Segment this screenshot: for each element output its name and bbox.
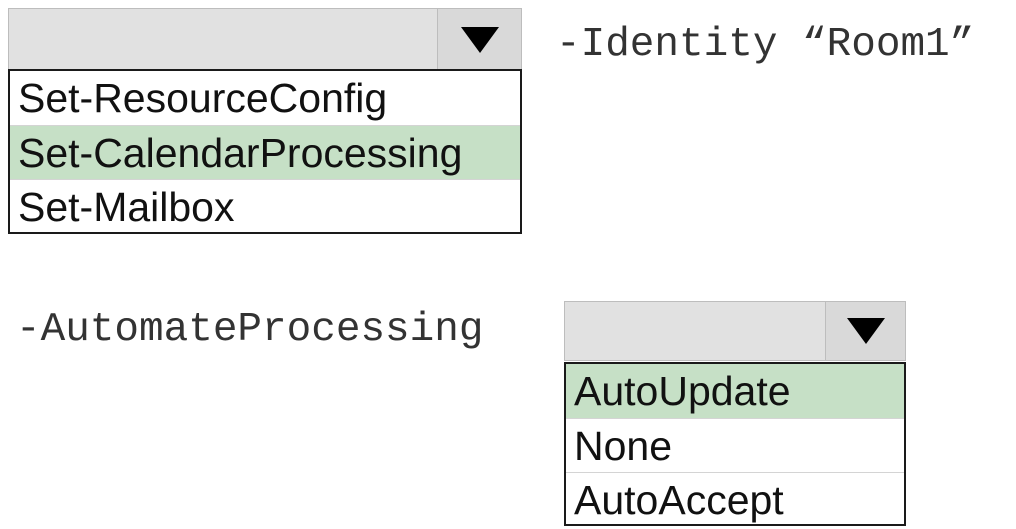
- automate-processing-parameter: -AutomateProcessing: [16, 307, 484, 353]
- automate-processing-dropdown-value[interactable]: [565, 302, 827, 360]
- option-set-resourceconfig[interactable]: Set-ResourceConfig: [10, 71, 520, 125]
- cmdlet-options-list: Set-ResourceConfig Set-CalendarProcessin…: [8, 69, 522, 234]
- automate-processing-options-list: AutoUpdate None AutoAccept: [564, 362, 906, 526]
- option-autoaccept[interactable]: AutoAccept: [566, 472, 904, 526]
- option-set-mailbox[interactable]: Set-Mailbox: [10, 179, 520, 233]
- option-set-calendarprocessing[interactable]: Set-CalendarProcessing: [10, 125, 520, 179]
- automate-processing-dropdown-button[interactable]: [825, 302, 905, 360]
- option-autoupdate[interactable]: AutoUpdate: [566, 364, 904, 418]
- caret-down-icon: [460, 26, 499, 53]
- option-none[interactable]: None: [566, 418, 904, 472]
- identity-parameter: -Identity “Room1”: [556, 22, 975, 68]
- automate-processing-dropdown[interactable]: [564, 301, 906, 361]
- cmdlet-dropdown-button[interactable]: [437, 9, 521, 70]
- cmdlet-dropdown[interactable]: [8, 8, 522, 71]
- caret-down-icon: [846, 318, 885, 344]
- cmdlet-dropdown-value[interactable]: [9, 9, 439, 70]
